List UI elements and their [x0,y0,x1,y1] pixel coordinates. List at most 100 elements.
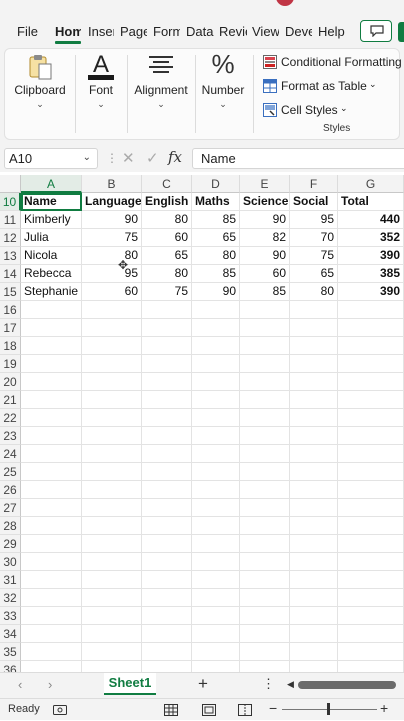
table-cell[interactable] [338,427,404,445]
table-cell[interactable] [142,319,192,337]
table-cell[interactable] [192,463,240,481]
table-cell[interactable] [142,409,192,427]
table-cell[interactable]: 352 [338,229,404,247]
header-cell[interactable]: English [142,193,192,211]
row-header[interactable]: 21 [0,391,21,409]
row-header[interactable]: 15 [0,283,21,301]
table-cell[interactable] [240,301,290,319]
comments-button[interactable] [360,20,392,42]
table-cell[interactable] [192,337,240,355]
row-header[interactable]: 32 [0,589,21,607]
table-cell[interactable] [290,409,338,427]
row-header[interactable]: 36 [0,661,21,672]
spreadsheet-grid[interactable]: ✥ A B C D E F G 10 Name Language English Maths Scien… [0,175,404,672]
table-cell[interactable] [142,661,192,672]
table-cell[interactable] [338,319,404,337]
table-cell[interactable] [192,643,240,661]
row-header[interactable]: 31 [0,571,21,589]
column-header-a[interactable]: A [21,175,82,193]
table-cell[interactable] [240,445,290,463]
column-header-c[interactable]: C [142,175,192,193]
row-header[interactable]: 26 [0,481,21,499]
table-cell[interactable] [192,319,240,337]
table-cell[interactable] [192,409,240,427]
tab-page-layout[interactable]: Page Layout [120,24,147,39]
accessibility-icon[interactable] [53,703,67,721]
table-cell[interactable] [192,589,240,607]
insert-function-icon[interactable]: fx [168,148,182,166]
table-cell[interactable] [142,625,192,643]
table-cell[interactable] [240,607,290,625]
zoom-out-button[interactable]: − [269,700,277,716]
header-cell[interactable]: Social [290,193,338,211]
row-header[interactable]: 17 [0,319,21,337]
table-cell[interactable] [338,571,404,589]
row-header[interactable]: 20 [0,373,21,391]
table-cell[interactable] [82,661,142,672]
table-cell[interactable] [82,607,142,625]
column-header-d[interactable]: D [192,175,240,193]
table-cell[interactable] [240,553,290,571]
table-cell[interactable]: 440 [338,211,404,229]
table-cell[interactable] [82,643,142,661]
table-cell[interactable] [142,355,192,373]
table-cell[interactable] [192,427,240,445]
table-cell[interactable] [290,445,338,463]
table-cell[interactable] [192,301,240,319]
table-cell[interactable]: 80 [82,247,142,265]
zoom-in-button[interactable]: + [380,700,388,716]
chevron-down-icon[interactable]: ⌄ [83,152,91,163]
table-cell[interactable] [338,607,404,625]
table-cell[interactable] [21,481,82,499]
table-cell[interactable] [338,373,404,391]
table-cell[interactable]: 75 [290,247,338,265]
table-cell[interactable] [82,301,142,319]
table-cell[interactable]: 80 [142,265,192,283]
table-cell[interactable] [338,445,404,463]
table-cell[interactable] [192,355,240,373]
share-button-edge[interactable] [398,22,404,42]
table-cell[interactable] [192,661,240,672]
table-cell[interactable] [21,391,82,409]
table-cell[interactable] [290,625,338,643]
tab-home[interactable]: Home [55,24,81,39]
table-cell[interactable] [21,571,82,589]
table-cell[interactable]: 95 [290,211,338,229]
table-cell[interactable]: Stephanie [21,283,82,301]
table-cell[interactable]: 85 [192,265,240,283]
horizontal-scrollbar[interactable] [298,681,396,689]
column-header-b[interactable]: B [82,175,142,193]
table-cell[interactable] [82,517,142,535]
table-cell[interactable] [142,535,192,553]
table-cell[interactable] [192,391,240,409]
tab-data[interactable]: Data [186,24,214,39]
table-cell[interactable] [21,661,82,672]
tab-review[interactable]: Review [219,24,247,39]
table-cell[interactable] [338,481,404,499]
table-cell[interactable] [192,499,240,517]
table-cell[interactable] [142,607,192,625]
row-header[interactable]: 10 [0,193,21,211]
table-cell[interactable] [192,571,240,589]
tab-developer[interactable]: Developer [285,24,312,39]
table-cell[interactable] [142,373,192,391]
table-cell[interactable] [290,463,338,481]
table-cell[interactable] [240,571,290,589]
table-cell[interactable] [338,409,404,427]
table-cell[interactable]: 90 [240,211,290,229]
table-cell[interactable] [21,463,82,481]
table-cell[interactable]: 65 [192,229,240,247]
table-cell[interactable] [21,373,82,391]
tab-insert[interactable]: Insert [88,24,114,39]
table-cell[interactable] [240,643,290,661]
number-group[interactable]: % Number ⌄ [197,49,249,139]
table-cell[interactable] [290,571,338,589]
tab-file[interactable]: File [17,24,39,39]
table-cell[interactable] [21,427,82,445]
add-sheet-button[interactable]: + [198,674,208,694]
table-cell[interactable]: 390 [338,247,404,265]
table-cell[interactable] [240,517,290,535]
table-cell[interactable]: 80 [192,247,240,265]
table-cell[interactable] [240,373,290,391]
table-cell[interactable] [192,481,240,499]
